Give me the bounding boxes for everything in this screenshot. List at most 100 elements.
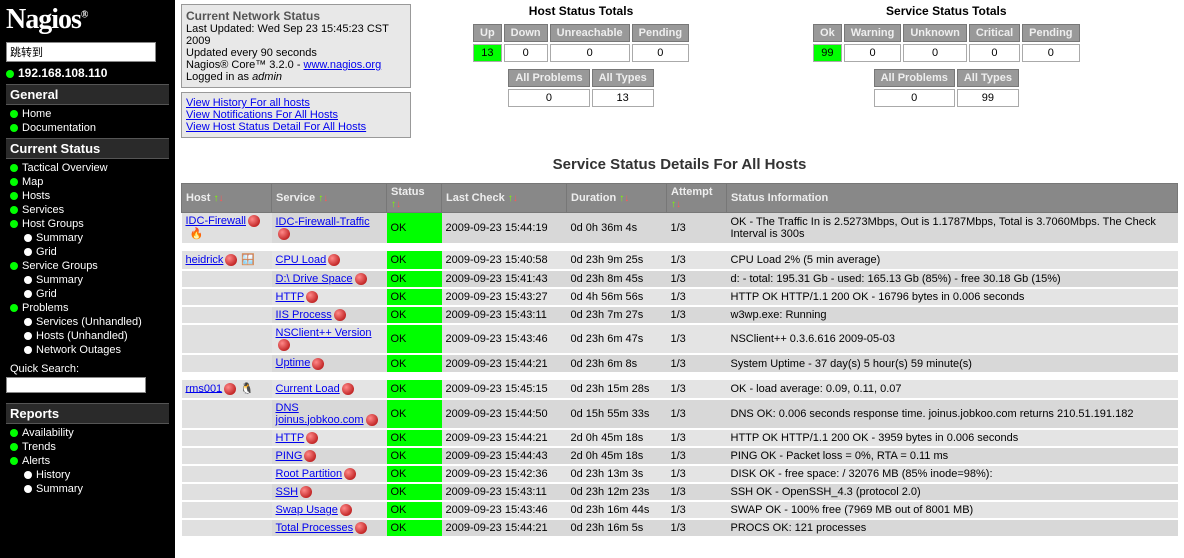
col-duration[interactable]: Duration ↑↓ bbox=[567, 184, 667, 213]
td-svc-all-types[interactable]: 99 bbox=[957, 89, 1019, 107]
service-link[interactable]: Current Load bbox=[276, 383, 340, 395]
col-info[interactable]: Status Information bbox=[727, 184, 1178, 213]
nav-alerts-summary[interactable]: Summary bbox=[6, 482, 169, 496]
nav-hosts[interactable]: Hosts bbox=[6, 189, 169, 203]
col-host[interactable]: Host ↑↓ bbox=[182, 184, 272, 213]
link-view-history[interactable]: View History For all hosts bbox=[186, 97, 406, 109]
ack-icon[interactable] bbox=[278, 228, 290, 240]
th-unreachable[interactable]: Unreachable bbox=[550, 24, 630, 42]
nav-svcgroups-summary[interactable]: Summary bbox=[6, 273, 169, 287]
ack-icon[interactable] bbox=[355, 273, 367, 285]
nav-network-outages[interactable]: Network Outages bbox=[6, 343, 169, 357]
nav-hostgroups-grid[interactable]: Grid bbox=[6, 245, 169, 259]
td-all-problems[interactable]: 0 bbox=[508, 89, 589, 107]
td-critical[interactable]: 0 bbox=[969, 44, 1020, 62]
ack-icon[interactable] bbox=[334, 309, 346, 321]
th-critical[interactable]: Critical bbox=[969, 24, 1020, 42]
service-link[interactable]: Total Processes bbox=[276, 522, 354, 534]
td-all-types[interactable]: 13 bbox=[592, 89, 654, 107]
quick-search-input[interactable] bbox=[6, 377, 146, 393]
nav-services[interactable]: Services bbox=[6, 203, 169, 217]
ack-icon[interactable] bbox=[355, 522, 367, 534]
th-up[interactable]: Up bbox=[473, 24, 502, 42]
ack-icon[interactable] bbox=[312, 358, 324, 370]
host-link[interactable]: IDC-Firewall bbox=[186, 215, 247, 227]
nav-host-groups[interactable]: Host Groups bbox=[6, 217, 169, 231]
ack-icon[interactable] bbox=[224, 383, 236, 395]
info-cell: PROCS OK: 121 processes bbox=[727, 519, 1178, 537]
service-link[interactable]: HTTP bbox=[276, 291, 305, 303]
ack-icon[interactable] bbox=[344, 468, 356, 480]
td-down[interactable]: 0 bbox=[504, 44, 548, 62]
col-attempt[interactable]: Attempt ↑↓ bbox=[667, 184, 727, 213]
col-status[interactable]: Status ↑↓ bbox=[387, 184, 442, 213]
td-svc-pending[interactable]: 0 bbox=[1022, 44, 1079, 62]
th-svc-all-types[interactable]: All Types bbox=[957, 69, 1019, 87]
nav-trends[interactable]: Trends bbox=[6, 440, 169, 454]
th-svc-all-problems[interactable]: All Problems bbox=[874, 69, 955, 87]
host-link[interactable]: rms001 bbox=[186, 382, 223, 394]
ack-icon[interactable] bbox=[328, 254, 340, 266]
sort-down-icon[interactable]: ↓ bbox=[219, 193, 224, 204]
service-link[interactable]: Root Partition bbox=[276, 468, 343, 480]
ack-icon[interactable] bbox=[306, 291, 318, 303]
td-unknown[interactable]: 0 bbox=[903, 44, 967, 62]
service-link[interactable]: IIS Process bbox=[276, 309, 332, 321]
ack-icon[interactable] bbox=[304, 450, 316, 462]
nav-problems[interactable]: Problems bbox=[6, 301, 169, 315]
service-link[interactable]: HTTP bbox=[276, 432, 305, 444]
nav-service-groups[interactable]: Service Groups bbox=[6, 259, 169, 273]
service-link[interactable]: Uptime bbox=[276, 357, 311, 369]
nav-map[interactable]: Map bbox=[6, 175, 169, 189]
ack-icon[interactable] bbox=[278, 339, 290, 351]
td-warning[interactable]: 0 bbox=[844, 44, 902, 62]
nav-services-unhandled[interactable]: Services (Unhandled) bbox=[6, 315, 169, 329]
jump-to-field[interactable]: 跳转到 bbox=[6, 42, 156, 62]
ack-icon[interactable] bbox=[366, 414, 378, 426]
nav-availability[interactable]: Availability bbox=[6, 426, 169, 440]
service-link[interactable]: NSClient++ Version bbox=[276, 327, 372, 339]
service-link[interactable]: Swap Usage bbox=[276, 504, 338, 516]
service-link[interactable]: CPU Load bbox=[276, 254, 327, 266]
td-ok[interactable]: 99 bbox=[813, 44, 842, 62]
th-ok[interactable]: Ok bbox=[813, 24, 842, 42]
td-up[interactable]: 13 bbox=[473, 44, 502, 62]
nagios-link[interactable]: www.nagios.org bbox=[304, 59, 382, 71]
col-last-check[interactable]: Last Check ↑↓ bbox=[442, 184, 567, 213]
service-link[interactable]: SSH bbox=[276, 486, 299, 498]
ack-icon[interactable] bbox=[342, 383, 354, 395]
ack-icon[interactable] bbox=[306, 432, 318, 444]
th-warning[interactable]: Warning bbox=[844, 24, 902, 42]
host-link[interactable]: heidrick bbox=[186, 254, 224, 266]
th-unknown[interactable]: Unknown bbox=[903, 24, 967, 42]
nav-tactical-overview[interactable]: Tactical Overview bbox=[6, 161, 169, 175]
col-service[interactable]: Service ↑↓ bbox=[272, 184, 387, 213]
td-unreachable[interactable]: 0 bbox=[550, 44, 630, 62]
service-link[interactable]: IDC-Firewall-Traffic bbox=[276, 216, 370, 228]
th-svc-pending[interactable]: Pending bbox=[1022, 24, 1079, 42]
host-os-icon: 🐧 bbox=[240, 382, 254, 396]
service-link[interactable]: D:\ Drive Space bbox=[276, 273, 353, 285]
nav-hostgroups-summary[interactable]: Summary bbox=[6, 231, 169, 245]
nav-documentation[interactable]: Documentation bbox=[6, 121, 169, 135]
nav-svcgroups-grid[interactable]: Grid bbox=[6, 287, 169, 301]
link-view-host-status[interactable]: View Host Status Detail For All Hosts bbox=[186, 121, 406, 133]
ack-icon[interactable] bbox=[248, 215, 260, 227]
link-view-notifications[interactable]: View Notifications For All Hosts bbox=[186, 109, 406, 121]
th-all-types[interactable]: All Types bbox=[592, 69, 654, 87]
nav-alerts[interactable]: Alerts bbox=[6, 454, 169, 468]
nav-alerts-history[interactable]: History bbox=[6, 468, 169, 482]
service-link[interactable]: DNS joinus.jobkoo.com bbox=[276, 402, 364, 426]
nav-home[interactable]: Home bbox=[6, 107, 169, 121]
ack-icon[interactable] bbox=[300, 486, 312, 498]
td-pending[interactable]: 0 bbox=[632, 44, 689, 62]
nav-hosts-unhandled[interactable]: Hosts (Unhandled) bbox=[6, 329, 169, 343]
th-all-problems[interactable]: All Problems bbox=[508, 69, 589, 87]
service-link[interactable]: PING bbox=[276, 450, 303, 462]
td-svc-all-problems[interactable]: 0 bbox=[874, 89, 955, 107]
ack-icon[interactable] bbox=[225, 254, 237, 266]
host-cell bbox=[182, 429, 272, 447]
th-down[interactable]: Down bbox=[504, 24, 548, 42]
th-pending[interactable]: Pending bbox=[632, 24, 689, 42]
ack-icon[interactable] bbox=[340, 504, 352, 516]
